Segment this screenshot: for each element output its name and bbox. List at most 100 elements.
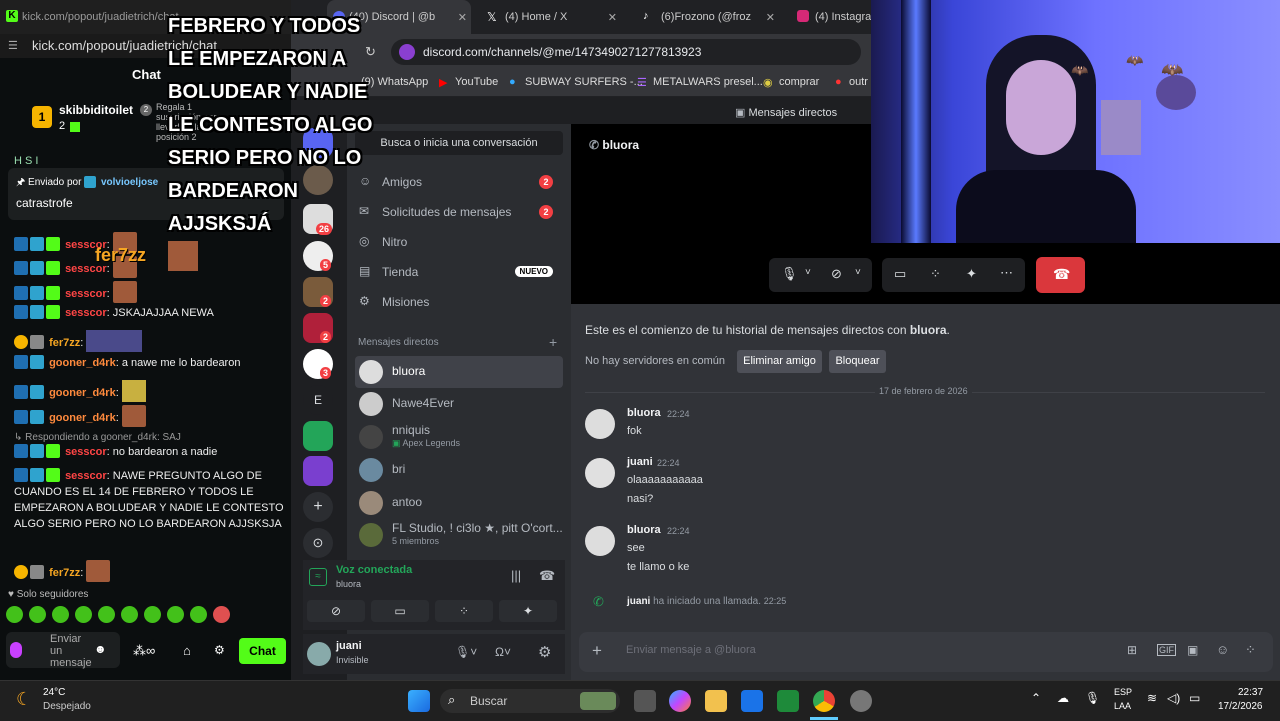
avatar[interactable] [585,526,615,556]
language-secondary[interactable]: LAA [1114,701,1131,711]
taskbar-search[interactable]: ⌕ Buscar [440,689,620,713]
file-explorer-icon[interactable] [705,690,727,712]
emote-button[interactable] [6,606,23,623]
chat-username[interactable]: sesscor [65,470,107,482]
chrome-icon[interactable] [813,690,835,712]
tab-instagram[interactable]: (4) Instagram [793,0,880,34]
emote-button[interactable] [190,606,207,623]
chevron-down-icon[interactable]: ˅ [855,267,861,278]
chat-username[interactable]: sesscor [65,307,107,319]
call-user[interactable]: juani [627,596,650,607]
more-options-icon[interactable]: ⋯ [1000,265,1013,281]
screen-share-icon[interactable]: ▭ [894,266,906,282]
start-icon[interactable] [408,690,430,712]
soundboard-button[interactable]: ✦ [499,600,557,622]
store-icon[interactable]: ⌂ [183,643,191,658]
site-info-icon[interactable] [399,44,415,60]
chat-username[interactable]: gooner_d4rk [49,357,116,369]
emote-button[interactable] [121,606,138,623]
emote-button[interactable] [167,606,184,623]
send-chat-button[interactable]: Chat [239,638,286,664]
headphones-icon[interactable]: Ω˅ [495,645,511,659]
bookmark-comprar[interactable]: comprar [779,76,819,88]
kick-tab-title[interactable]: kick.com/popout/juadietrich/chat [22,11,179,23]
word-icon[interactable] [741,690,763,712]
apps-icon[interactable]: ⁘ [1245,642,1256,658]
emoji-icon[interactable]: ☺ [1216,642,1229,657]
copilot-icon[interactable] [669,690,691,712]
dm-item[interactable]: FL Studio, ! ci3lo ★, pitt O'cort... 5 mi… [355,519,563,551]
hang-up-button[interactable]: ☎ [1036,257,1085,293]
chevron-down-icon[interactable]: ˅ [805,267,811,278]
mic-toggle-icon[interactable]: 🎙 [781,266,798,282]
app-icon[interactable] [850,690,872,712]
server-icon[interactable] [303,456,333,486]
emote-button[interactable] [144,606,161,623]
screen-share-button[interactable]: ▭ [371,600,429,622]
excel-icon[interactable] [777,690,799,712]
avatar[interactable] [307,642,331,666]
tab-x[interactable]: 𝕏 (4) Home / X ✕ [477,0,621,34]
activities-button[interactable]: ⁘ [435,600,493,622]
nav-quests[interactable]: ⚙ Misiones [355,288,563,316]
message-author[interactable]: bluora [627,407,661,419]
top-gifter-name[interactable]: skibbiditoilet [59,103,133,117]
avatar[interactable] [585,458,615,488]
weather-temp[interactable]: 24°C [43,687,65,698]
weather-icon[interactable]: ☾ [16,689,32,710]
chat-username[interactable]: gooner_d4rk [49,387,116,399]
microphone-icon[interactable]: 🎙˅ [455,645,477,659]
voice-channel[interactable]: bluora [336,579,361,589]
camera-off-button[interactable]: ⊘ [307,600,365,622]
bookmark-youtube[interactable]: YouTube [455,76,498,88]
language-primary[interactable]: ESP [1114,687,1132,697]
kick-chat-input[interactable]: Enviar un mensaje ☻ [6,632,120,669]
pinned-user[interactable]: volvioeljose [101,177,158,188]
block-button[interactable]: Bloquear [829,350,886,373]
close-tab-icon[interactable]: ✕ [766,11,775,24]
chat-username[interactable]: sesscor [65,288,107,300]
wifi-icon[interactable]: ≋ [1147,691,1157,705]
user-settings-gear-icon[interactable]: ⚙ [538,643,551,661]
avatar[interactable] [585,409,615,439]
message-author[interactable]: juani [627,456,653,468]
weather-desc[interactable]: Despejado [43,701,91,712]
soundboard-icon[interactable]: ✦ [966,266,977,282]
emote-button[interactable] [52,606,69,623]
dm-item[interactable]: nniquis ▣ Apex Legends [355,421,563,453]
clock-time[interactable]: 22:37 [1238,687,1263,698]
chat-username[interactable]: fer7zz [49,337,80,349]
close-tab-icon[interactable]: ✕ [608,11,617,24]
activities-icon[interactable]: ⁘ [930,266,941,282]
emote-button[interactable] [213,606,230,623]
discover-icon[interactable]: ⊙ [303,528,333,558]
url-field[interactable]: discord.com/channels/@me/147349027127781… [391,39,861,65]
close-tab-icon[interactable]: ✕ [458,11,467,24]
nav-store[interactable]: ▤ Tienda NUEVO [355,258,563,286]
microphone-icon[interactable] [10,642,22,658]
disconnect-icon[interactable]: ☎ [539,568,555,584]
dm-item[interactable]: Nawe4Ever [355,388,563,420]
bookmark-other[interactable]: outr [849,76,868,88]
voice-status[interactable]: Voz conectada [336,564,412,576]
tab-tiktok[interactable]: ♪ (6)Frozono (@frozon ✕ [635,0,779,34]
settings-gear-icon[interactable]: ⚙ [214,643,225,657]
server-icon[interactable] [303,421,333,451]
onedrive-icon[interactable]: ☁ [1057,691,1069,705]
chat-username[interactable]: fer7zz [49,567,80,579]
chat-username[interactable]: sesscor [65,446,107,458]
server-icon[interactable]: E [303,385,333,415]
bookmark-metalwars[interactable]: METALWARS presel... [653,76,763,88]
emote-button[interactable] [29,606,46,623]
emote-button[interactable] [75,606,92,623]
site-settings-icon[interactable]: ☰ [8,39,18,52]
chat-username[interactable]: gooner_d4rk [49,412,116,424]
chevron-up-icon[interactable]: ⌃ [1031,691,1041,705]
message-author[interactable]: bluora [627,524,661,536]
microphone-icon[interactable]: 🎙 [1085,691,1100,705]
add-attachment-icon[interactable]: + [592,641,602,661]
dm-item[interactable]: antoo [355,487,563,519]
message-input[interactable]: + Enviar mensaje a @bluora ⊞ GIF ▣ ☺ ⁘ [579,632,1273,672]
battery-icon[interactable]: ▭ [1189,691,1200,705]
clock-date[interactable]: 17/2/2026 [1218,701,1263,712]
